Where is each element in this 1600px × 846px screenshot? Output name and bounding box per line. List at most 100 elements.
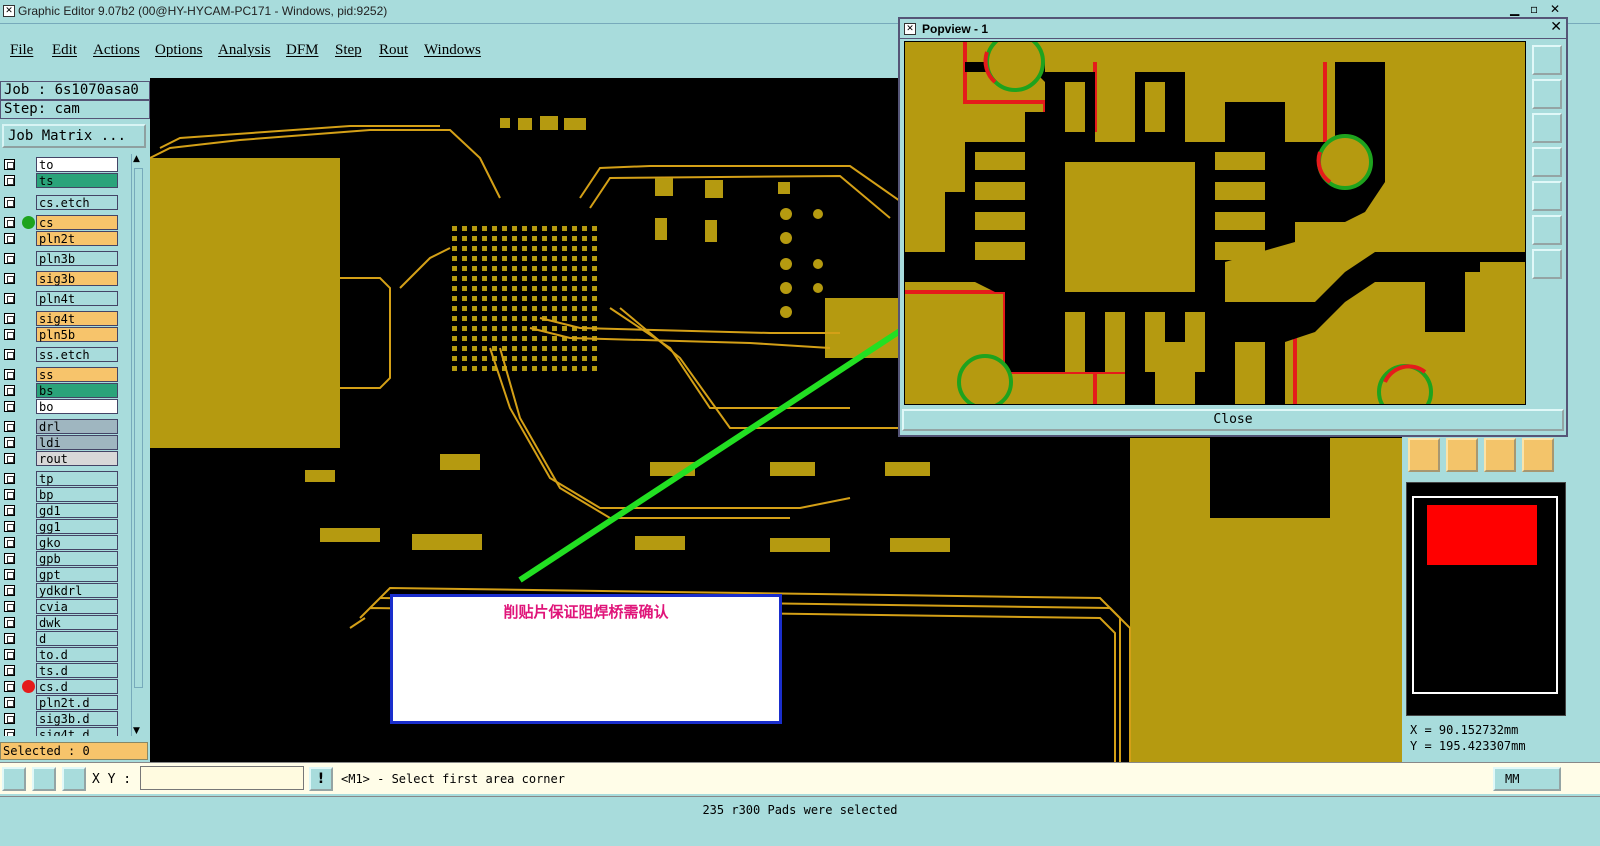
layer-checkbox[interactable] xyxy=(4,473,15,484)
layer-name[interactable]: dwk xyxy=(36,615,118,630)
scroll-down-icon[interactable]: ▼ xyxy=(133,726,140,736)
zoom-fit-icon[interactable] xyxy=(1532,215,1562,245)
layer-row-tp[interactable]: tp xyxy=(2,471,120,486)
layer-name[interactable]: gpt xyxy=(36,567,118,582)
layer-row-gd1[interactable]: gd1 xyxy=(2,503,120,518)
layer-checkbox[interactable] xyxy=(4,697,15,708)
layer-name[interactable]: ts xyxy=(36,173,118,188)
layer-checkbox[interactable] xyxy=(4,729,15,736)
layer-checkbox[interactable] xyxy=(4,385,15,396)
layer-row-pln2t-d[interactable]: pln2t.d xyxy=(2,695,120,710)
pan-up-icon[interactable] xyxy=(1532,79,1562,109)
layer-name[interactable]: d xyxy=(36,631,118,646)
scroll-up-icon[interactable]: ▲ xyxy=(133,154,140,164)
select-net-icon[interactable] xyxy=(1522,438,1554,472)
layer-name[interactable]: sig3b.d xyxy=(36,711,118,726)
layer-name[interactable]: rout xyxy=(36,451,118,466)
layer-row-cs-d[interactable]: cs.d xyxy=(2,679,120,694)
layer-row-sig4t[interactable]: sig4t xyxy=(2,311,120,326)
layer-checkbox[interactable] xyxy=(4,369,15,380)
popview-canvas[interactable] xyxy=(904,41,1526,405)
layer-row-bo[interactable]: bo xyxy=(2,399,120,414)
layer-name[interactable]: sig4t.d xyxy=(36,727,118,736)
layer-checkbox[interactable] xyxy=(4,633,15,644)
layer-name[interactable]: cs.etch xyxy=(36,195,118,210)
select-box-icon[interactable] xyxy=(1446,438,1478,472)
layer-checkbox[interactable] xyxy=(4,601,15,612)
layer-checkbox[interactable] xyxy=(4,175,15,186)
layer-name[interactable]: ts.d xyxy=(36,663,118,678)
popview-title-bar[interactable]: ✕ Popview - 1 ✕ xyxy=(900,19,1566,39)
layer-name[interactable]: pln3b xyxy=(36,251,118,266)
layer-checkbox[interactable] xyxy=(4,553,15,564)
layer-checkbox[interactable] xyxy=(4,349,15,360)
layer-checkbox[interactable] xyxy=(4,437,15,448)
maximize-icon[interactable]: ▫ xyxy=(1530,2,1538,16)
measure-icon[interactable] xyxy=(32,767,56,791)
select-poly-icon[interactable] xyxy=(1484,438,1516,472)
layer-checkbox[interactable] xyxy=(4,273,15,284)
layer-row-gpt[interactable]: gpt xyxy=(2,567,120,582)
exclaim-button[interactable]: ! xyxy=(309,767,333,791)
layer-row-pln3b[interactable]: pln3b xyxy=(2,251,120,266)
layer-checkbox[interactable] xyxy=(4,569,15,580)
layer-checkbox[interactable] xyxy=(4,313,15,324)
layer-name[interactable]: pln5b xyxy=(36,327,118,342)
job-matrix-button[interactable]: Job Matrix ... xyxy=(2,124,146,148)
layer-checkbox[interactable] xyxy=(4,681,15,692)
zoom-center-icon[interactable] xyxy=(1532,249,1562,279)
layer-checkbox[interactable] xyxy=(4,329,15,340)
layer-row-gko[interactable]: gko xyxy=(2,535,120,550)
pan-right-icon[interactable] xyxy=(1532,181,1562,211)
menu-edit[interactable]: Edit xyxy=(52,42,77,59)
layer-checkbox[interactable] xyxy=(4,649,15,660)
layer-checkbox[interactable] xyxy=(4,665,15,676)
layer-name[interactable]: cs xyxy=(36,215,118,230)
layer-name[interactable]: ydkdrl xyxy=(36,583,118,598)
layer-row-ydkdrl[interactable]: ydkdrl xyxy=(2,583,120,598)
layer-name[interactable]: to xyxy=(36,157,118,172)
xy-input[interactable] xyxy=(140,766,304,790)
layer-row-bp[interactable]: bp xyxy=(2,487,120,502)
layer-checkbox[interactable] xyxy=(4,197,15,208)
layer-name[interactable]: bp xyxy=(36,487,118,502)
layer-checkbox[interactable] xyxy=(4,159,15,170)
layer-checkbox[interactable] xyxy=(4,489,15,500)
menu-step[interactable]: Step xyxy=(335,42,362,59)
layer-checkbox[interactable] xyxy=(4,217,15,228)
layer-row-to-d[interactable]: to.d xyxy=(2,647,120,662)
layer-name[interactable]: drl xyxy=(36,419,118,434)
layer-row-cvia[interactable]: cvia xyxy=(2,599,120,614)
layer-row-gg1[interactable]: gg1 xyxy=(2,519,120,534)
layer-checkbox[interactable] xyxy=(4,585,15,596)
layer-row-to[interactable]: to xyxy=(2,157,120,172)
menu-windows[interactable]: Windows xyxy=(424,42,481,59)
layer-row-gpb[interactable]: gpb xyxy=(2,551,120,566)
menu-actions[interactable]: Actions xyxy=(93,42,140,59)
layer-name[interactable]: ss.etch xyxy=(36,347,118,362)
pan-left-icon[interactable] xyxy=(1532,147,1562,177)
layer-row-pln4t[interactable]: pln4t xyxy=(2,291,120,306)
menu-rout[interactable]: Rout xyxy=(379,42,408,59)
snap-icon[interactable] xyxy=(2,767,26,791)
layer-name[interactable]: gpb xyxy=(36,551,118,566)
layer-checkbox[interactable] xyxy=(4,617,15,628)
menu-analysis[interactable]: Analysis xyxy=(218,42,271,59)
layer-name[interactable]: tp xyxy=(36,471,118,486)
layer-row-cs-etch[interactable]: cs.etch xyxy=(2,195,120,210)
layer-name[interactable]: gd1 xyxy=(36,503,118,518)
pan-down-icon[interactable] xyxy=(1532,113,1562,143)
layer-checkbox[interactable] xyxy=(4,233,15,244)
scroll-thumb[interactable] xyxy=(134,168,143,688)
popview-close-icon[interactable]: ✕ xyxy=(1550,19,1562,35)
layer-row-ss-etch[interactable]: ss.etch xyxy=(2,347,120,362)
layer-row-sig3b[interactable]: sig3b xyxy=(2,271,120,286)
layer-name[interactable]: to.d xyxy=(36,647,118,662)
layer-row-pln2t[interactable]: pln2t xyxy=(2,231,120,246)
annotation-box[interactable]: 削贴片保证阻焊桥需确认 xyxy=(390,594,782,724)
zoom-home-icon[interactable] xyxy=(1532,45,1562,75)
menu-file[interactable]: File xyxy=(10,42,33,59)
menu-options[interactable]: Options xyxy=(155,42,203,59)
layer-checkbox[interactable] xyxy=(4,713,15,724)
layer-row-ts-d[interactable]: ts.d xyxy=(2,663,120,678)
